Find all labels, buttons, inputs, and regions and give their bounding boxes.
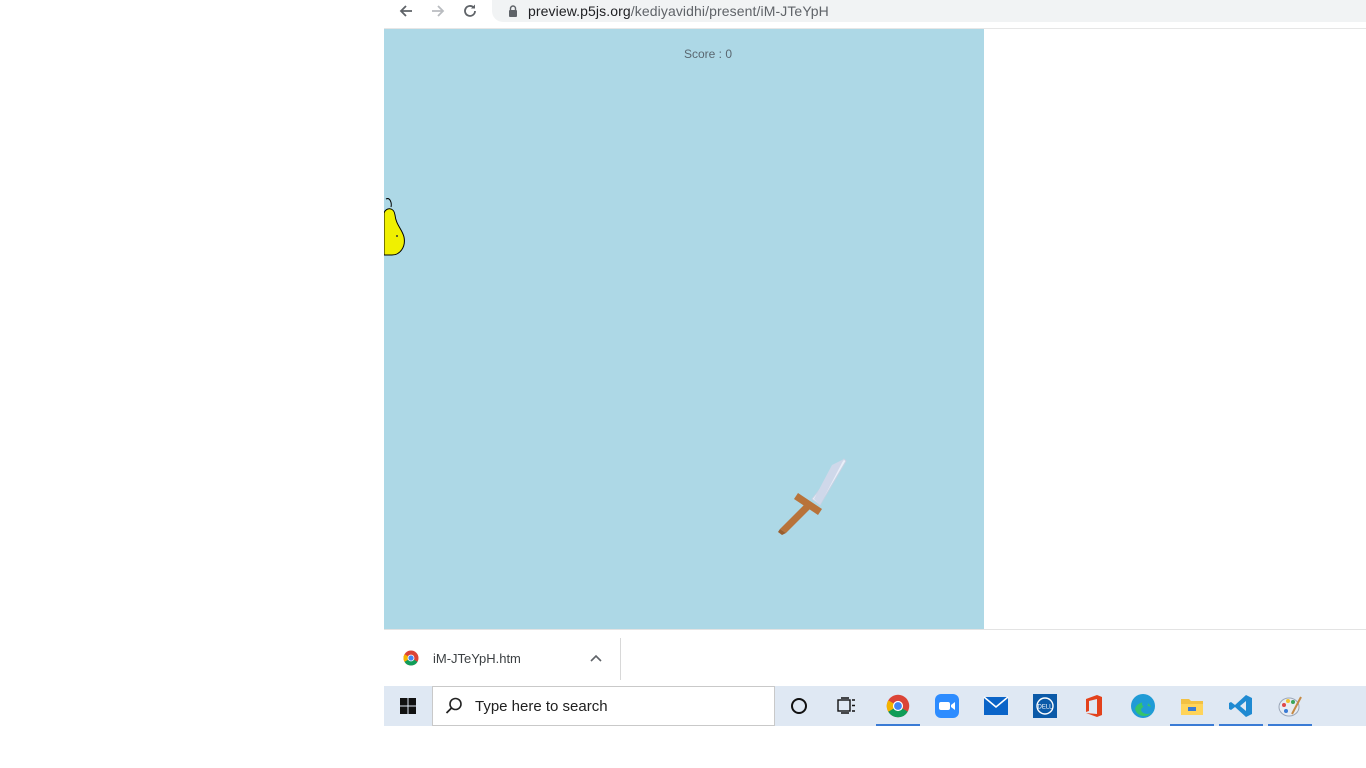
file-explorer-taskbar-button[interactable] <box>1168 686 1216 726</box>
score-label: Score : 0 <box>683 47 733 61</box>
forward-button[interactable] <box>422 0 454 22</box>
zoom-icon <box>935 694 959 718</box>
taskbar-search-box[interactable]: Type here to search <box>432 686 775 726</box>
url-path: /kediyavidhi/present/iM-JTeYpH <box>630 3 829 19</box>
game-canvas[interactable]: Score : 0 <box>384 29 984 629</box>
pear-fruit-icon[interactable] <box>384 195 416 259</box>
download-item[interactable]: iM-JTeYpH.htm <box>384 638 621 680</box>
dell-icon: DELL <box>1033 694 1057 718</box>
back-button[interactable] <box>390 0 422 22</box>
back-arrow-icon <box>399 5 412 17</box>
sword-cursor-icon[interactable] <box>772 455 852 535</box>
chevron-up-icon[interactable] <box>588 650 604 666</box>
search-icon <box>445 697 462 714</box>
mail-taskbar-button[interactable] <box>972 686 1020 726</box>
file-explorer-icon <box>1181 699 1203 715</box>
browser-toolbar: preview.p5js.org/kediyavidhi/present/iM-… <box>384 0 1366 29</box>
download-bar: iM-JTeYpH.htm <box>384 629 1366 687</box>
mail-icon <box>983 696 1009 715</box>
chrome-taskbar-button[interactable] <box>874 686 922 726</box>
reload-button[interactable] <box>454 0 486 22</box>
taskbar: Type here to search DELL <box>384 686 1366 726</box>
edge-icon <box>1131 694 1155 718</box>
task-view-button[interactable] <box>823 686 871 726</box>
chrome-file-icon <box>403 650 419 666</box>
zoom-taskbar-button[interactable] <box>923 686 971 726</box>
windows-logo-icon <box>400 698 416 714</box>
svg-text:DELL: DELL <box>1037 705 1053 711</box>
reload-icon <box>464 4 476 17</box>
forward-arrow-icon <box>432 5 445 17</box>
task-view-icon <box>837 697 855 714</box>
start-button[interactable] <box>384 686 432 726</box>
office-taskbar-button[interactable] <box>1070 686 1118 726</box>
browser-window: preview.p5js.org/kediyavidhi/present/iM-… <box>384 0 1366 687</box>
vscode-icon <box>1229 695 1252 717</box>
paint-icon <box>1278 696 1302 717</box>
search-placeholder: Type here to search <box>475 697 608 715</box>
url-host: preview.p5js.org <box>528 3 631 19</box>
office-icon <box>1086 695 1102 717</box>
chrome-icon <box>886 694 910 718</box>
edge-taskbar-button[interactable] <box>1119 686 1167 726</box>
paint-taskbar-button[interactable] <box>1266 686 1314 726</box>
cortana-icon <box>791 698 807 714</box>
dell-taskbar-button[interactable]: DELL <box>1021 686 1069 726</box>
lock-icon <box>504 5 522 17</box>
url-text: preview.p5js.org/kediyavidhi/present/iM-… <box>528 3 829 19</box>
download-filename: iM-JTeYpH.htm <box>433 651 521 666</box>
address-bar[interactable]: preview.p5js.org/kediyavidhi/present/iM-… <box>492 0 1366 22</box>
vscode-taskbar-button[interactable] <box>1217 686 1265 726</box>
cortana-button[interactable] <box>775 686 823 726</box>
